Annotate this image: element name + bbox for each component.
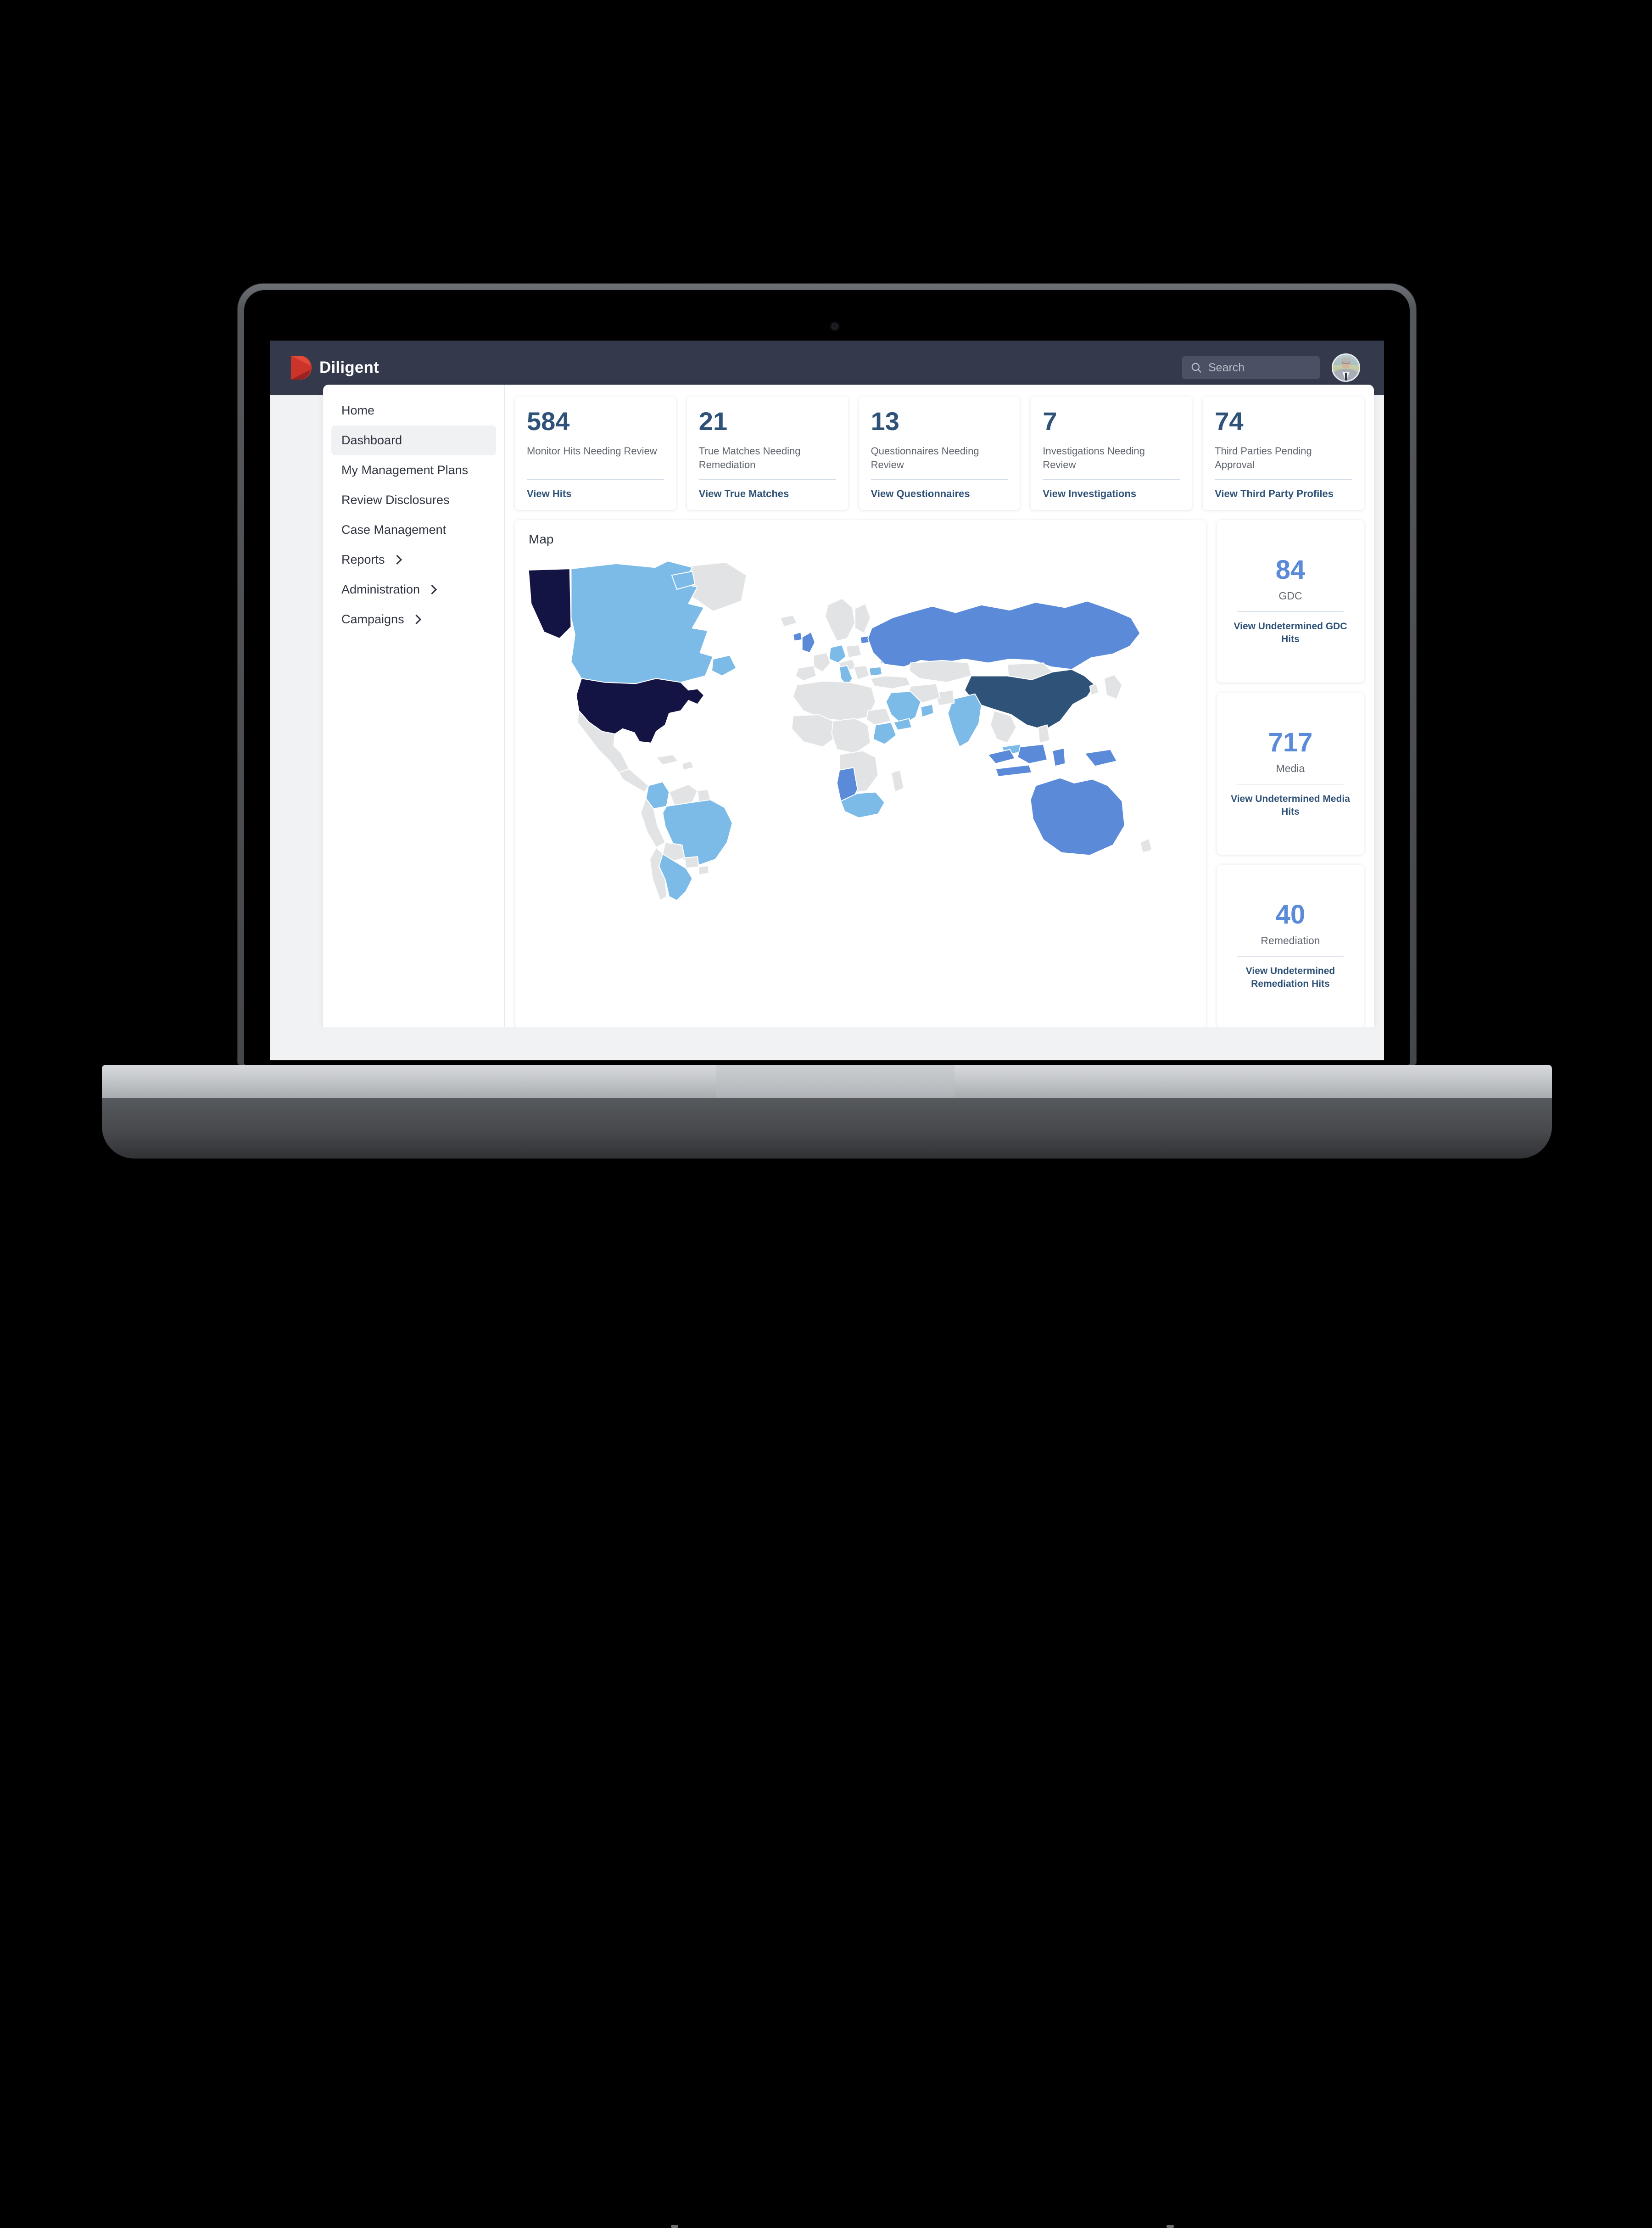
sidebar-item-label: Administration — [341, 582, 420, 597]
stat-label: Investigations Needing Review — [1043, 444, 1180, 473]
sidebar-item-campaigns[interactable]: Campaigns — [331, 605, 496, 634]
side-cards-column: 84 GDC View Undetermined GDC Hits 717 Me… — [1217, 520, 1364, 1027]
side-card-value: 717 — [1268, 729, 1313, 756]
stat-value: 13 — [871, 409, 1008, 434]
screen-viewport: Diligent — [270, 341, 1384, 1060]
side-card-link-media[interactable]: View Undetermined Media Hits — [1227, 793, 1354, 818]
stat-value: 7 — [1043, 409, 1180, 434]
sidebar-item-review-disclosures[interactable]: Review Disclosures — [331, 485, 496, 515]
side-card-value: 40 — [1276, 901, 1306, 928]
side-card-value: 84 — [1276, 557, 1306, 583]
avatar[interactable] — [1332, 353, 1360, 382]
sidebar-item-label: Case Management — [341, 523, 446, 537]
divider — [527, 479, 664, 480]
search-input[interactable] — [1208, 361, 1312, 375]
stat-card-investigations: 7 Investigations Needing Review View Inv… — [1031, 397, 1192, 510]
stat-label: Questionnaires Needing Review — [871, 444, 1008, 473]
side-card-remediation: 40 Remediation View Undetermined Remedia… — [1217, 865, 1364, 1027]
stat-label: Monitor Hits Needing Review — [527, 444, 664, 473]
brand[interactable]: Diligent — [291, 356, 379, 380]
map-canvas[interactable] — [515, 556, 1206, 1027]
chevron-right-icon — [427, 585, 437, 594]
main-content: 584 Monitor Hits Needing Review View Hit… — [505, 385, 1374, 1027]
search-icon — [1190, 362, 1202, 374]
divider — [699, 479, 836, 480]
divider — [871, 479, 1008, 480]
divider — [1237, 611, 1344, 612]
content-sheet: Home Dashboard My Management Plans Revie… — [323, 385, 1374, 1027]
chevron-right-icon — [392, 555, 402, 565]
side-card-link-remediation[interactable]: View Undetermined Remediation Hits — [1227, 965, 1354, 990]
sidebar-item-label: Reports — [341, 553, 385, 567]
laptop-mockup: Diligent — [0, 0, 1652, 1377]
sidebar-item-home[interactable]: Home — [331, 396, 496, 425]
side-card-label: GDC — [1278, 590, 1302, 602]
laptop-foot-left — [671, 2225, 678, 2228]
laptop-base-body — [102, 1098, 1552, 1159]
stat-link-view-questionnaires[interactable]: View Questionnaires — [871, 488, 1008, 500]
sidebar-item-label: My Management Plans — [341, 463, 468, 477]
stat-card-true-matches: 21 True Matches Needing Remediation View… — [687, 397, 848, 510]
sidebar-item-case-management[interactable]: Case Management — [331, 515, 496, 545]
map-title: Map — [515, 532, 1206, 549]
page-background-tail — [270, 1027, 1384, 1060]
side-card-label: Remediation — [1261, 935, 1320, 947]
world-choropleth-icon — [519, 556, 1171, 905]
diligent-d-logo-icon — [291, 356, 312, 380]
map-card: Map — [515, 520, 1206, 1027]
stat-value: 21 — [699, 409, 836, 434]
sidebar-item-reports[interactable]: Reports — [331, 545, 496, 575]
sidebar-item-my-management-plans[interactable]: My Management Plans — [331, 455, 496, 485]
header-actions — [1182, 353, 1384, 382]
divider — [1215, 479, 1352, 480]
stat-link-view-third-party-profiles[interactable]: View Third Party Profiles — [1215, 488, 1352, 500]
search-box[interactable] — [1182, 356, 1320, 379]
stat-cards-row: 584 Monitor Hits Needing Review View Hit… — [515, 397, 1364, 510]
laptop-lid: Diligent — [238, 284, 1416, 1065]
brand-name: Diligent — [319, 358, 379, 377]
webcam-icon — [832, 323, 838, 330]
sidebar-item-dashboard[interactable]: Dashboard — [331, 425, 496, 455]
sidebar-item-label: Campaigns — [341, 612, 404, 627]
lower-row: Map — [515, 520, 1364, 1027]
side-card-gdc: 84 GDC View Undetermined GDC Hits — [1217, 520, 1364, 683]
stat-card-questionnaires: 13 Questionnaires Needing Review View Qu… — [859, 397, 1020, 510]
sidebar-item-label: Home — [341, 403, 374, 418]
stat-link-view-true-matches[interactable]: View True Matches — [699, 488, 836, 500]
side-card-media: 717 Media View Undetermined Media Hits — [1217, 693, 1364, 855]
stat-card-third-parties: 74 Third Parties Pending Approval View T… — [1203, 397, 1364, 510]
stat-link-view-hits[interactable]: View Hits — [527, 488, 664, 500]
sidebar-item-administration[interactable]: Administration — [331, 575, 496, 605]
side-card-link-gdc[interactable]: View Undetermined GDC Hits — [1227, 620, 1354, 645]
divider — [1043, 479, 1180, 480]
chevron-right-icon — [411, 615, 421, 624]
screen-bezel: Diligent — [244, 290, 1410, 1065]
stat-link-view-investigations[interactable]: View Investigations — [1043, 488, 1180, 500]
sidebar-item-label: Review Disclosures — [341, 493, 450, 507]
sidebar: Home Dashboard My Management Plans Revie… — [323, 385, 505, 1027]
stat-value: 584 — [527, 409, 664, 434]
app-body: Home Dashboard My Management Plans Revie… — [270, 395, 1384, 1060]
divider — [1237, 956, 1344, 957]
stat-card-monitor-hits: 584 Monitor Hits Needing Review View Hit… — [515, 397, 676, 510]
side-card-label: Media — [1276, 762, 1305, 775]
stat-label: Third Parties Pending Approval — [1215, 444, 1352, 473]
stat-value: 74 — [1215, 409, 1352, 434]
laptop-foot-right — [1166, 2225, 1174, 2228]
sidebar-item-label: Dashboard — [341, 433, 402, 448]
stat-label: True Matches Needing Remediation — [699, 444, 836, 473]
